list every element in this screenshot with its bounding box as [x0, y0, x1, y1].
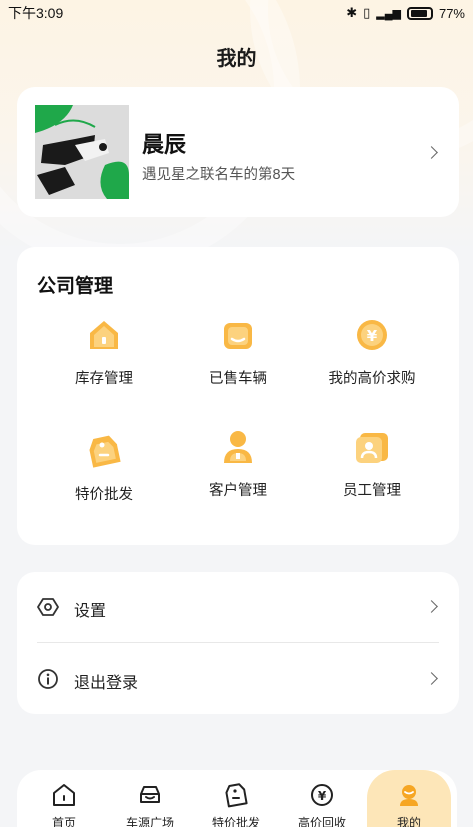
chevron-right-icon [425, 600, 438, 613]
tab-car-source-square[interactable]: 车源广场 [115, 782, 185, 827]
tab-my[interactable]: 我的 [374, 782, 444, 827]
yuan-icon: ¥ [309, 782, 335, 808]
grid-item-label: 客户管理 [209, 483, 267, 499]
special-wholesale-button[interactable]: 特价批发 [29, 431, 179, 504]
customer-management-button[interactable]: 客户管理 [163, 427, 313, 500]
tab-label: 高价回收 [297, 816, 346, 827]
home-icon [51, 782, 77, 808]
yuan-coin-icon: ¥ [352, 315, 392, 355]
grid-item-label: 特价批发 [75, 487, 133, 503]
company-management-card: 公司管理 库存管理 已售车辆 ¥ 我的高价求购 特价批发 客户管理 员工管理 [17, 247, 459, 545]
chevron-right-icon [425, 672, 438, 685]
settings-label: 设置 [74, 603, 107, 620]
divider [37, 642, 439, 643]
sold-vehicles-button[interactable]: 已售车辆 [163, 315, 313, 388]
grid-item-label: 库存管理 [75, 371, 133, 387]
high-price-purchase-button[interactable]: ¥ 我的高价求购 [297, 315, 447, 388]
profile-card[interactable]: 晨辰 遇见星之联名车的第8天 [17, 87, 459, 217]
info-icon [37, 668, 59, 690]
section-title: 公司管理 [37, 276, 114, 297]
tab-home[interactable]: 首页 [29, 782, 99, 827]
profile-name: 晨辰 [142, 132, 187, 157]
page-title: 我的 [216, 48, 257, 70]
car-icon [137, 782, 163, 808]
sold-car-icon [218, 315, 258, 355]
grid-item-label: 已售车辆 [209, 371, 267, 387]
vibrate-icon: ▯ [363, 5, 371, 20]
tab-label: 特价批发 [211, 816, 260, 827]
status-time: 下午3:09 [8, 5, 64, 21]
staff-card-icon [352, 427, 392, 467]
svg-text:¥: ¥ [367, 327, 378, 345]
avatar[interactable] [35, 105, 129, 199]
tab-label: 首页 [51, 816, 76, 827]
chevron-right-icon [425, 146, 438, 159]
grid-item-label: 我的高价求购 [328, 371, 416, 387]
tab-label: 车源广场 [125, 816, 174, 827]
battery-icon [406, 6, 433, 20]
grid-item-label: 员工管理 [343, 483, 401, 499]
status-bar: 下午3:09 ✱ ▯ ▂▄▆ 77% [0, 0, 473, 26]
tab-label: 我的 [396, 816, 421, 827]
price-tag-icon [84, 431, 124, 471]
tab-high-price-recycle[interactable]: ¥ 高价回收 [287, 782, 357, 827]
logout-label: 退出登录 [74, 675, 139, 692]
signal-icon: ▂▄▆ [376, 7, 401, 20]
inventory-management-button[interactable]: 库存管理 [29, 315, 179, 388]
settings-card: 设置 退出登录 [17, 572, 459, 714]
gear-icon [37, 596, 59, 618]
profile-subtitle: 遇见星之联名车的第8天 [142, 167, 296, 183]
bottom-tab-bar: 首页 车源广场 特价批发 ¥ 高价回收 我的 [17, 770, 457, 827]
logout-row[interactable]: 退出登录 [17, 644, 459, 714]
profile-icon [396, 782, 422, 808]
battery-level: 77% [438, 5, 465, 21]
customer-icon [218, 427, 258, 467]
staff-management-button[interactable]: 员工管理 [297, 427, 447, 500]
tab-special-wholesale[interactable]: 特价批发 [201, 782, 271, 827]
tag-icon [223, 782, 249, 808]
svg-text:¥: ¥ [318, 789, 327, 803]
house-icon [84, 315, 124, 355]
settings-row[interactable]: 设置 [17, 572, 459, 642]
bluetooth-icon: ✱ [346, 5, 358, 20]
